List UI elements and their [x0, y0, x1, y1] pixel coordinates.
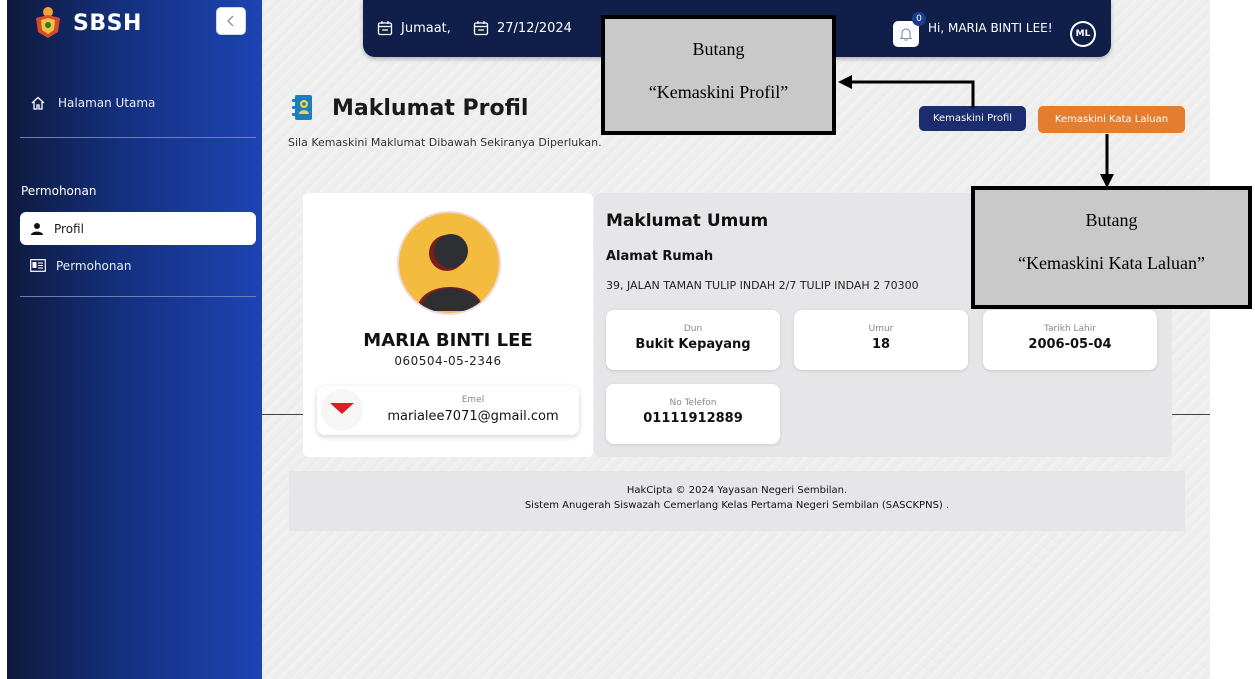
arrow-head	[838, 75, 852, 89]
annotation-arrow-profile	[850, 80, 975, 108]
arrow-head	[1100, 174, 1114, 188]
annotation-arrows	[838, 75, 1114, 188]
screenshot-stage: SBSH Halaman Utama Permohonan Profil Per…	[0, 0, 1255, 679]
